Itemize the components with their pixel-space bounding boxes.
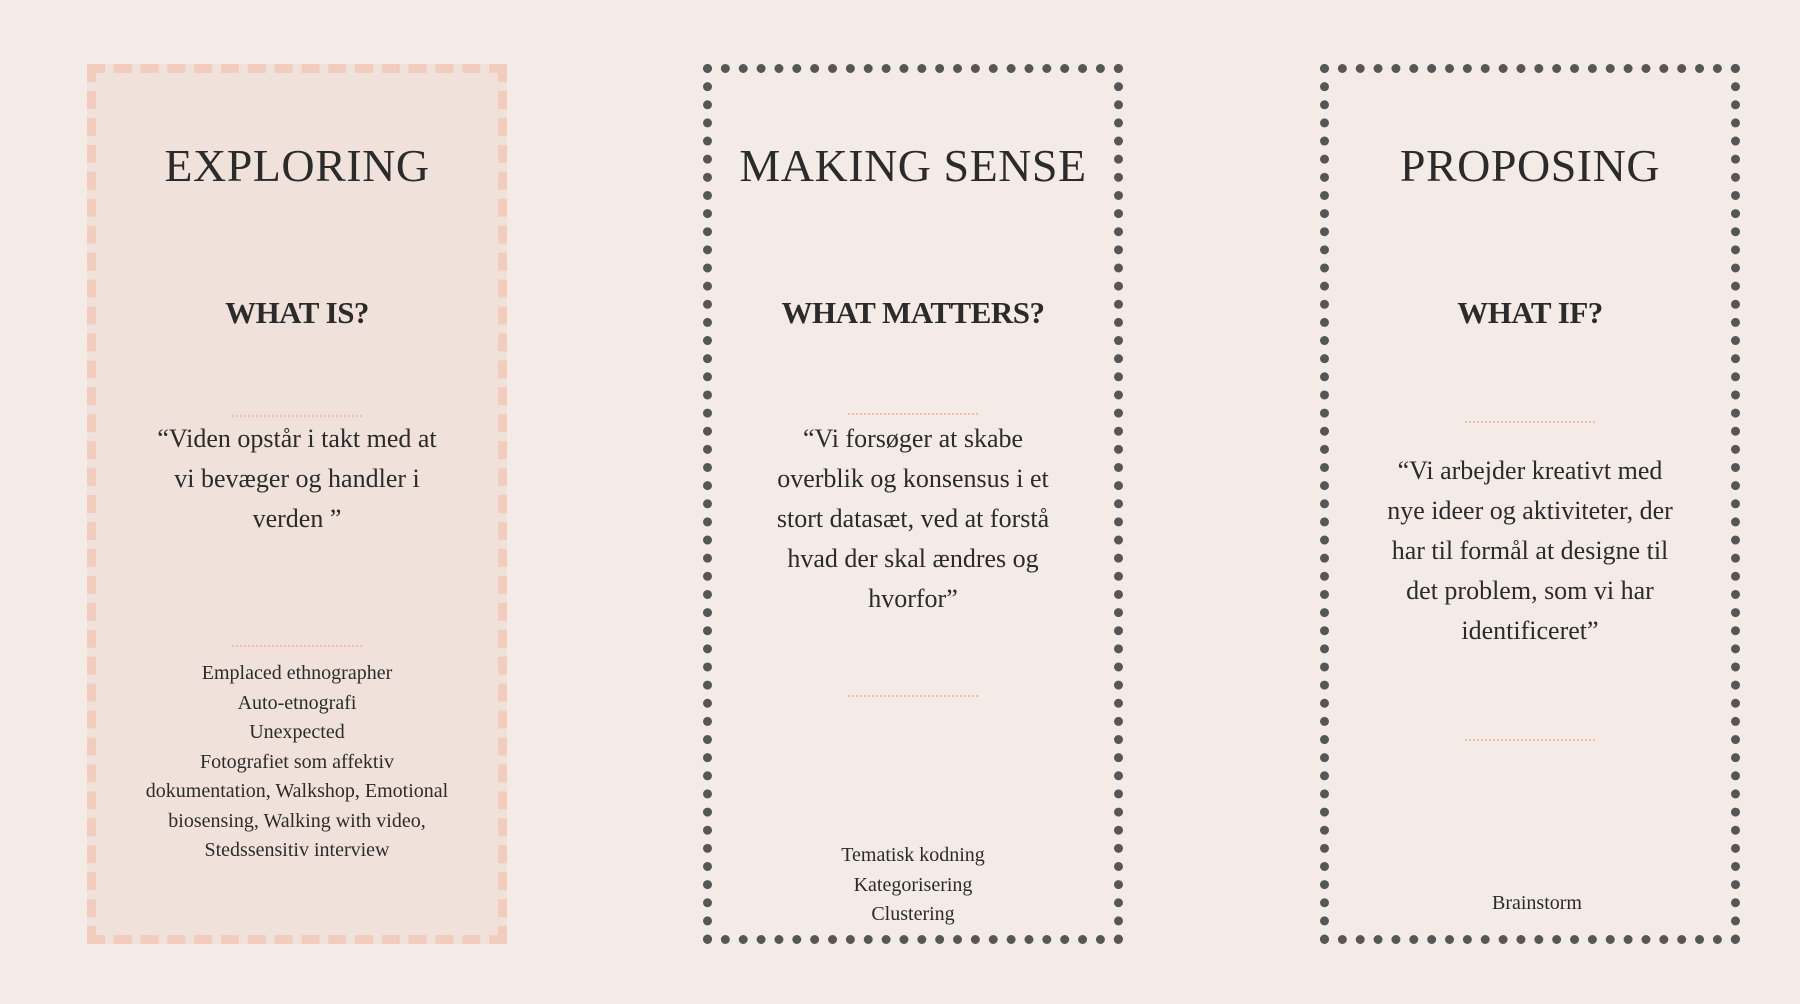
divider (232, 645, 362, 647)
divider (848, 695, 978, 697)
method-item: Tematisk kodning (841, 844, 985, 866)
method-item: Auto-etnografi (237, 691, 357, 714)
proposing-card: PROPOSING WHAT IF? “Vi arbejder kreativt… (1320, 64, 1740, 944)
card-title: MAKING SENSE (739, 140, 1087, 191)
method-item: Clustering (871, 903, 955, 925)
methods-list: Tematisk kodning Kategorisering Clusteri… (752, 841, 1074, 930)
card-subtitle: WHAT MATTERS? (781, 295, 1045, 330)
method-item: Brainstorm (1492, 892, 1582, 914)
methods-list: Emplaced ethnographer Auto-etnografi Une… (136, 659, 458, 866)
methods-list: Brainstorm (1369, 889, 1691, 919)
card-quote: “Viden opstår i takt med at vi bevæger o… (157, 424, 437, 533)
divider (848, 413, 978, 415)
card-quote: “Vi forsøger at skabe overblik og konsen… (776, 424, 1050, 613)
method-item: Kategorisering (853, 873, 973, 896)
divider (232, 415, 362, 417)
card-title: PROPOSING (1399, 140, 1661, 191)
method-item: Emplaced ethnographer (201, 662, 393, 684)
exploring-card: EXPLORING WHAT IS? “Viden opstår i takt … (87, 64, 507, 944)
method-item: Unexpected (249, 721, 345, 743)
divider (1465, 739, 1595, 741)
card-subtitle: WHAT IS? (225, 295, 369, 330)
card-title: EXPLORING (164, 140, 430, 191)
method-item: Fotografiet som affektiv dokumentation, … (145, 750, 449, 862)
divider (1465, 421, 1595, 423)
making-sense-card: MAKING SENSE WHAT MATTERS? “Vi forsøger … (703, 64, 1123, 944)
card-subtitle: WHAT IF? (1457, 295, 1603, 330)
card-quote: “Vi arbejder kreativt med nye ideer og a… (1387, 456, 1673, 645)
